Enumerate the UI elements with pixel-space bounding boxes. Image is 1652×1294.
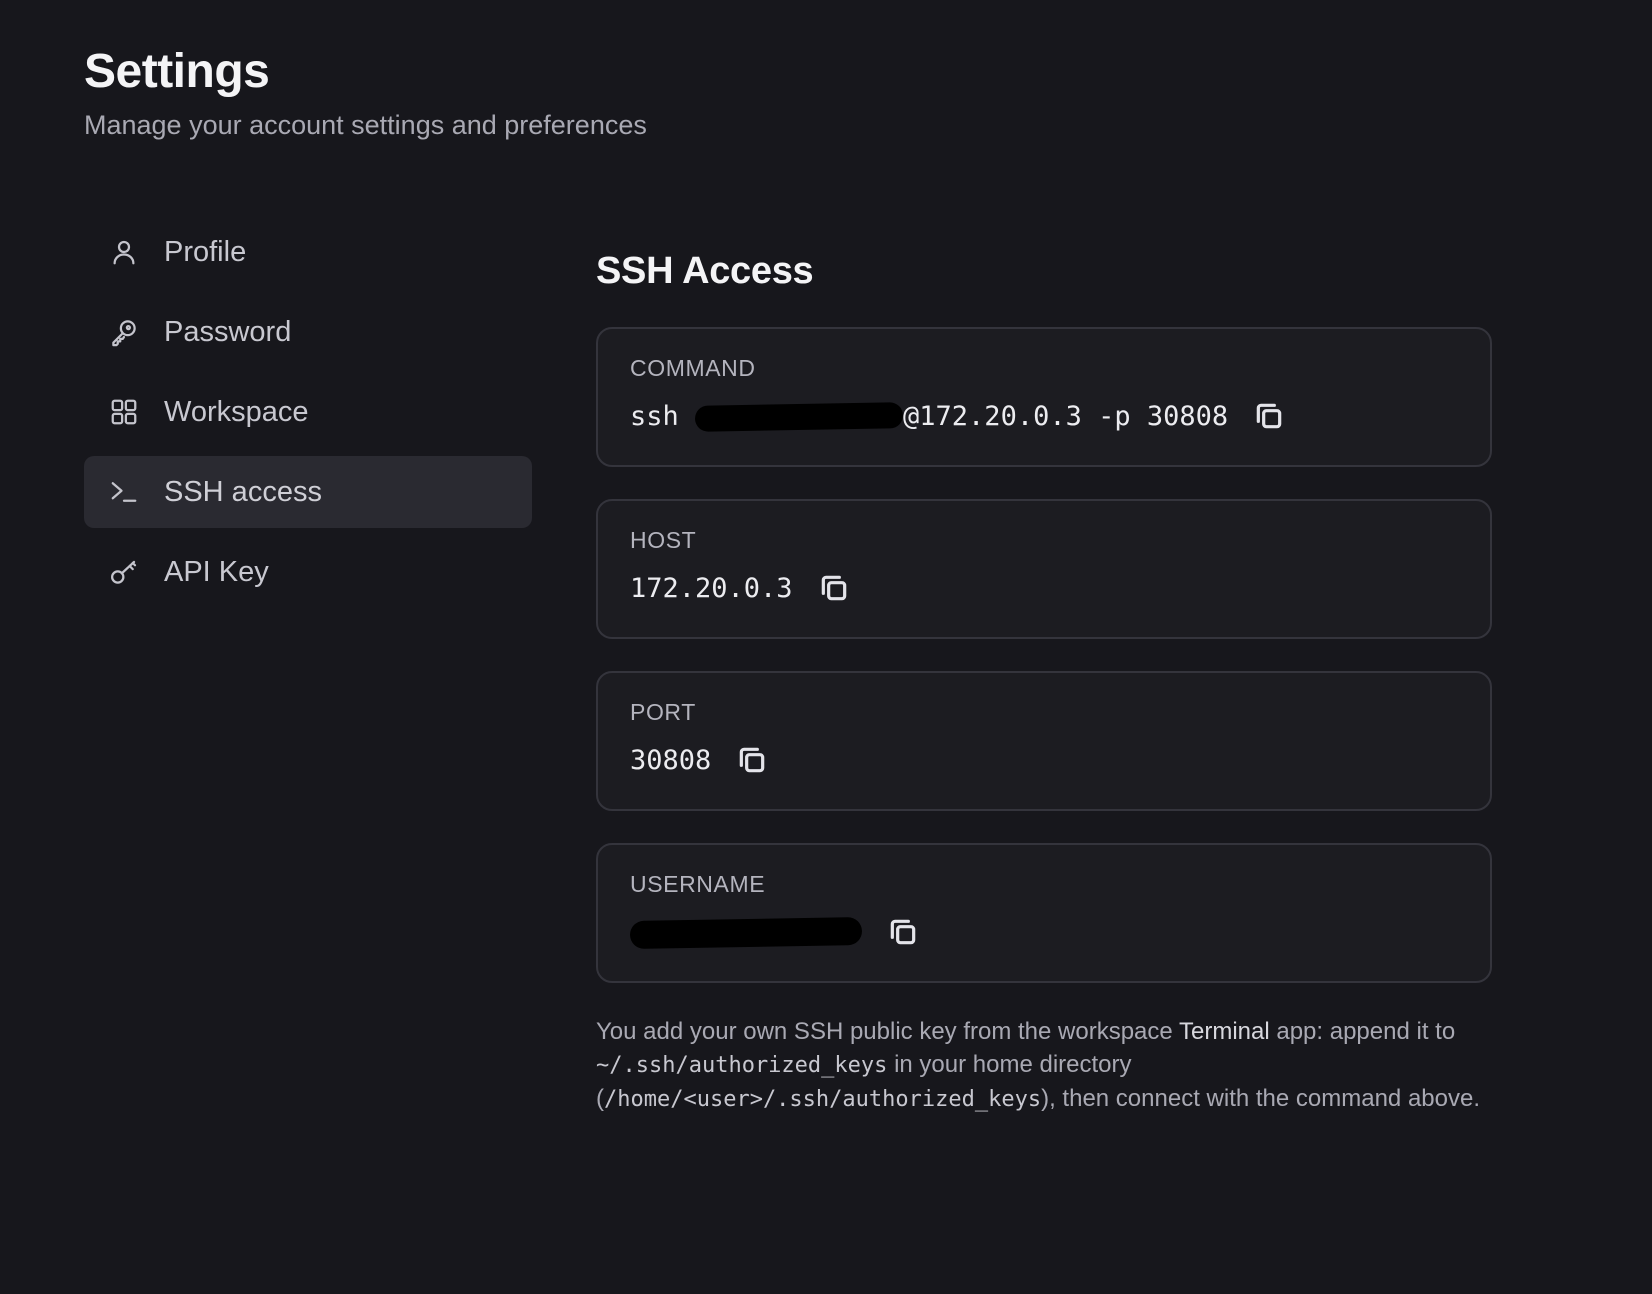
command-card: COMMAND ssh @172.20.0.3 -p 30808 [596, 327, 1492, 467]
grid-icon [108, 396, 140, 428]
help-text-part: ), then connect with the command above. [1041, 1085, 1481, 1112]
terminal-app-name: Terminal [1178, 1018, 1270, 1045]
home-authorized-keys-path: /home/<user>/.ssh/authorized_keys [604, 1087, 1042, 1112]
username-value[interactable] [629, 916, 863, 950]
help-text-part: You add your own SSH public key from the… [596, 1018, 1179, 1045]
copy-username-button[interactable] [886, 915, 920, 949]
terminal-icon [108, 476, 140, 508]
port-label: PORT [630, 699, 696, 725]
section-title: SSH Access [596, 250, 814, 292]
copy-icon [821, 575, 846, 601]
host-value[interactable]: 172.20.0.3 [630, 573, 793, 604]
api-key-icon [108, 556, 140, 588]
sidebar-item-password[interactable]: Password [84, 296, 532, 368]
sidebar-item-profile[interactable]: Profile [84, 216, 532, 288]
page-title: Settings [84, 45, 270, 98]
command-value[interactable]: ssh @172.20.0.3 -p 30808 [630, 401, 1228, 432]
key-icon [108, 316, 140, 348]
redacted-username [694, 402, 904, 432]
command-suffix: @172.20.0.3 -p 30808 [903, 400, 1229, 432]
redacted-username [629, 916, 863, 950]
command-label: COMMAND [630, 355, 756, 381]
sidebar-item-label: Password [164, 315, 292, 348]
ssh-access-panel: SSH Access COMMAND ssh @172.20.0.3 -p 30… [596, 250, 1492, 1116]
port-value[interactable]: 30808 [630, 745, 711, 776]
ssh-help-text: You add your own SSH public key from the… [596, 1015, 1492, 1116]
sidebar-item-label: Profile [164, 235, 247, 268]
sidebar-item-ssh-access[interactable]: SSH access [84, 456, 532, 528]
host-card: HOST 172.20.0.3 [596, 499, 1492, 639]
sidebar-item-label: API Key [164, 555, 269, 588]
copy-command-button[interactable] [1252, 399, 1286, 433]
port-card: PORT 30808 [596, 671, 1492, 811]
host-label: HOST [630, 527, 697, 553]
sidebar-item-workspace[interactable]: Workspace [84, 376, 532, 448]
sidebar-item-label: SSH access [164, 475, 322, 508]
copy-icon [890, 919, 916, 945]
settings-sidebar: Profile Password Workspace SSH access AP… [84, 216, 532, 616]
help-text-part: app: append it to [1269, 1018, 1456, 1045]
username-label: USERNAME [630, 871, 766, 897]
copy-port-button[interactable] [735, 743, 769, 777]
copy-icon [1256, 403, 1282, 429]
user-icon [108, 236, 140, 268]
settings-page: Settings Manage your account settings an… [0, 0, 1652, 1294]
copy-icon [740, 747, 765, 773]
copy-host-button[interactable] [817, 571, 851, 605]
page-subtitle: Manage your account settings and prefere… [84, 110, 647, 140]
sidebar-item-api-key[interactable]: API Key [84, 536, 532, 608]
sidebar-item-label: Workspace [164, 395, 309, 428]
username-card: USERNAME [596, 843, 1492, 983]
authorized-keys-path: ~/.ssh/authorized_keys [596, 1053, 888, 1078]
command-prefix: ssh [630, 400, 696, 432]
